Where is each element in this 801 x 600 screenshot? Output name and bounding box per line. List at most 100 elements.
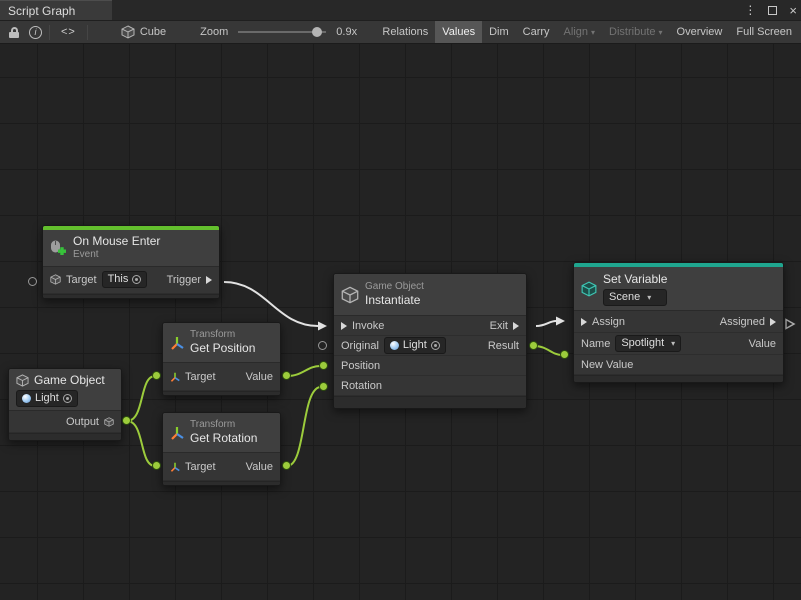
rotation-port-label: Rotation xyxy=(341,380,382,392)
assigned-port-label: Assigned xyxy=(720,316,765,328)
object-picker-icon[interactable] xyxy=(431,341,440,350)
getrotation-target-port[interactable] xyxy=(152,461,161,470)
info-glyph: i xyxy=(35,27,37,37)
result-output-port[interactable] xyxy=(529,341,538,350)
align-label: Align xyxy=(564,26,588,38)
assign-flow-port[interactable] xyxy=(581,318,587,326)
overview-button[interactable]: Overview xyxy=(670,21,730,43)
node-light-variable[interactable]: Game Object Light Output xyxy=(8,368,122,441)
maximize-icon[interactable] xyxy=(768,6,777,15)
assign-port-label: Assign xyxy=(592,316,625,328)
align-button[interactable]: Align▾ xyxy=(557,21,602,43)
relations-label: Relations xyxy=(382,26,428,38)
getposition-value-port[interactable] xyxy=(282,371,291,380)
toolbar-separator xyxy=(49,25,50,40)
node-category: Transform xyxy=(190,329,255,342)
invoke-port-label: Invoke xyxy=(352,320,384,332)
light-output-port[interactable] xyxy=(122,416,131,425)
exit-port-label: Exit xyxy=(490,320,508,332)
node-header: Game Object Instantiate xyxy=(334,274,526,316)
target-port-label: Target xyxy=(185,371,216,383)
output-row: Output xyxy=(9,411,121,433)
node-header: On Mouse Enter Event xyxy=(43,230,219,267)
rotation-input-port[interactable] xyxy=(319,382,328,391)
variable-icon xyxy=(581,281,597,297)
node-footer xyxy=(574,375,783,382)
trigger-flow-port[interactable] xyxy=(206,276,212,284)
node-category: Transform xyxy=(190,419,257,432)
node-get-rotation[interactable]: Transform Get Rotation Target Value xyxy=(162,412,281,486)
object-picker-icon[interactable] xyxy=(132,275,141,284)
distribute-button[interactable]: Distribute ▾ xyxy=(602,21,669,43)
lock-shackle xyxy=(11,27,18,32)
original-inline-value[interactable]: Light xyxy=(384,337,446,354)
node-get-position[interactable]: Transform Get Position Target Value xyxy=(162,322,281,396)
transform-type-icon xyxy=(170,372,180,382)
window-controls: ⋮ × xyxy=(744,0,797,20)
target-port-label: Target xyxy=(185,461,216,473)
values-label: Values xyxy=(442,26,475,38)
fullscreen-button[interactable]: Full Screen xyxy=(729,21,799,43)
light-icon xyxy=(390,341,399,350)
getposition-target-port[interactable] xyxy=(152,371,161,380)
relations-button[interactable]: Relations xyxy=(375,21,435,43)
node-category: Game Object xyxy=(365,281,424,294)
dim-button[interactable]: Dim xyxy=(482,21,516,43)
node-set-variable[interactable]: Set Variable Scene ▾ Assign Assigned Nam… xyxy=(573,262,784,383)
scope-value-text: Scene xyxy=(609,291,640,304)
output-port-type-icon[interactable] xyxy=(104,417,114,427)
position-port-label: Position xyxy=(341,360,380,372)
node-footer xyxy=(43,294,219,298)
transform-icon xyxy=(170,336,184,350)
node-header: Transform Get Rotation xyxy=(163,413,280,453)
lock-icon[interactable] xyxy=(9,27,19,38)
light-icon xyxy=(22,394,31,403)
gameobject-icon xyxy=(341,286,359,304)
window-menu-icon[interactable]: ⋮ xyxy=(744,4,756,16)
target-inline-value[interactable]: This xyxy=(102,271,148,288)
invoke-flow-port[interactable] xyxy=(341,322,347,330)
light-object-chip[interactable]: Light xyxy=(16,390,78,407)
getrotation-value-port[interactable] xyxy=(282,461,291,470)
node-title-line: Game Object xyxy=(16,373,105,387)
cube-icon xyxy=(121,25,135,39)
toolbar-separator xyxy=(87,25,88,40)
close-icon[interactable]: × xyxy=(789,4,797,17)
node-footer xyxy=(163,481,280,485)
original-input-port[interactable] xyxy=(318,341,327,350)
lock-body xyxy=(9,32,19,38)
node-title: On Mouse Enter xyxy=(73,234,160,249)
chevron-down-icon: ▾ xyxy=(659,28,663,37)
values-button[interactable]: Values xyxy=(435,21,482,43)
tab-script-graph[interactable]: Script Graph xyxy=(0,0,112,20)
position-input-port[interactable] xyxy=(319,361,328,370)
variable-scope-dropdown[interactable]: Scene ▾ xyxy=(603,289,667,306)
assigned-flow-port[interactable] xyxy=(770,318,776,326)
zoom-slider[interactable] xyxy=(238,25,326,39)
info-icon[interactable]: i xyxy=(29,26,42,39)
target-input-port[interactable] xyxy=(28,277,37,286)
light-value-text: Light xyxy=(35,392,59,405)
distribute-label: Distribute xyxy=(609,26,655,38)
node-on-mouse-enter[interactable]: On Mouse Enter Event Target This Trigger xyxy=(42,225,220,299)
script-graph-window: Script Graph ⋮ × i <> Cube Zoom 0.9x xyxy=(0,0,801,600)
target-port-label: Target xyxy=(66,274,97,286)
node-title: Set Variable xyxy=(603,272,667,287)
variable-name-dropdown[interactable]: Spotlight ▾ xyxy=(615,335,681,352)
node-title: Instantiate xyxy=(365,293,424,308)
code-icon[interactable]: <> xyxy=(61,26,76,38)
newvalue-input-port[interactable] xyxy=(560,350,569,359)
zoom-slider-handle[interactable] xyxy=(312,27,322,37)
object-picker-icon[interactable] xyxy=(63,394,72,403)
node-instantiate[interactable]: Game Object Instantiate Invoke Exit Orig… xyxy=(333,273,527,409)
assign-row: Assign Assigned xyxy=(574,311,783,333)
invoke-exit-row: Invoke Exit xyxy=(334,316,526,336)
carry-button[interactable]: Carry xyxy=(516,21,557,43)
tab-bar: Script Graph ⋮ × xyxy=(0,0,801,20)
toolbar-buttons: Relations Values Dim Carry Align▾ Distri… xyxy=(375,21,799,43)
value-port-label: Value xyxy=(749,338,776,350)
exit-flow-port[interactable] xyxy=(513,322,519,330)
node-title: Get Rotation xyxy=(190,431,257,446)
graph-owner[interactable]: Cube xyxy=(121,25,166,39)
new-value-port-label: New Value xyxy=(581,359,633,371)
